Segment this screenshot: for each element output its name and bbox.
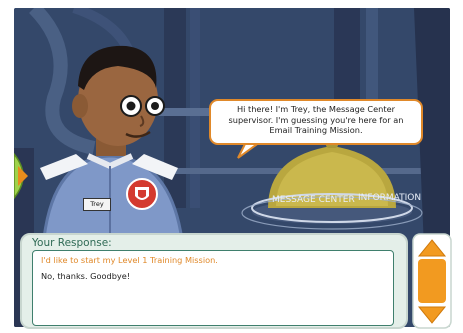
response-options-list: I'd like to start my Level 1 Training Mi… — [32, 250, 394, 326]
response-label: Your Response: — [32, 237, 112, 249]
console-text: MESSAGE CENTER — [272, 195, 355, 205]
chevron-down-icon — [417, 306, 447, 324]
scrollbar-track[interactable] — [418, 259, 446, 303]
console-text-2: INFORMATION — [358, 193, 421, 203]
response-panel: Your Response: I'd like to start my Leve… — [20, 233, 408, 329]
scroll-up-button[interactable] — [417, 238, 447, 258]
speech-bubble: Hi there! I'm Trey, the Message Center s… — [209, 99, 423, 145]
chevron-up-icon — [417, 239, 447, 257]
scroll-down-button[interactable] — [417, 305, 447, 325]
speech-text: Hi there! I'm Trey, the Message Center s… — [228, 104, 404, 135]
back-arrow-button[interactable] — [14, 152, 36, 200]
response-option-start-mission[interactable]: I'd like to start my Level 1 Training Mi… — [41, 255, 218, 265]
arrow-left-icon — [14, 152, 28, 200]
response-option-goodbye[interactable]: No, thanks. Goodbye! — [41, 271, 130, 281]
character-nameplate: Trey — [83, 198, 111, 211]
scrollbar[interactable] — [412, 233, 452, 329]
